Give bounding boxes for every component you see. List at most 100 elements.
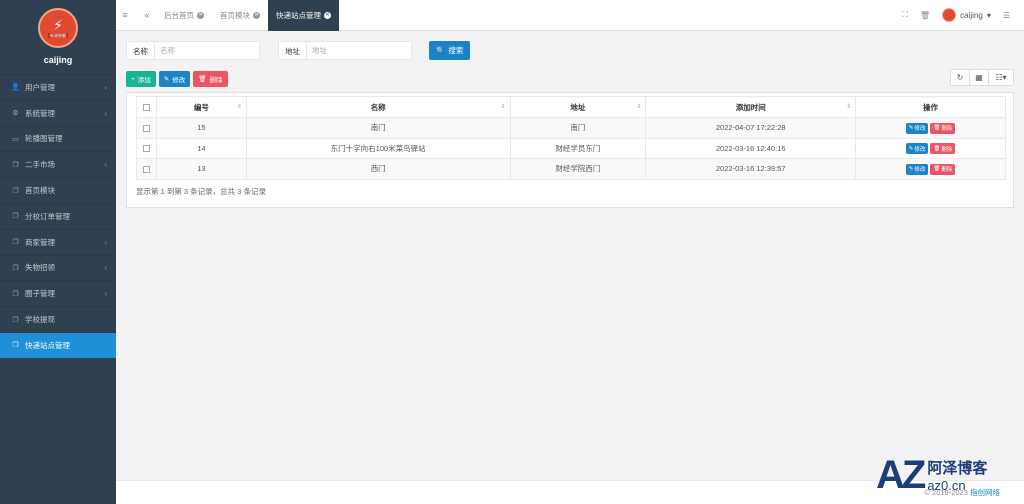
chevron-left-icon: ‹ — [104, 237, 107, 247]
chevron-left-icon: ‹ — [104, 263, 107, 273]
close-icon[interactable]: ✕ — [324, 11, 331, 19]
table-panel: 编号 ⇕ 名称 ⇕ 地址 ⇕ 添加时间 ⇕ 操作 15 南门 南门 2022-04-07 17… — [126, 92, 1014, 208]
sidebar-header: ⚡ 新源跑腿 caijing — [0, 0, 116, 74]
row-delete-label: 删除 — [941, 167, 953, 173]
row-checkbox[interactable] — [142, 165, 150, 173]
row-edit-button[interactable]: ✎ 修改 — [905, 122, 929, 134]
export-menu-icon[interactable]: ☷▾ — [988, 69, 1014, 86]
row-edit-label: 修改 — [914, 146, 926, 153]
settings-menu-icon[interactable]: ☰ — [1003, 11, 1010, 20]
cell-time: 2022-03-16 12:40:16 — [645, 137, 857, 159]
tab-scroll-left-icon[interactable]: « — [138, 10, 156, 20]
copy-icon: ❐ — [12, 342, 19, 350]
caret-down-icon: ▾ — [986, 10, 991, 20]
copy-icon: ❐ — [12, 161, 19, 169]
cell-id: 14 — [155, 137, 247, 159]
refresh-icon[interactable]: ↻ — [950, 69, 970, 86]
trash-icon: 🗑 — [933, 145, 941, 152]
row-delete-button[interactable]: 🗑 删除 — [930, 122, 956, 134]
sidebar-item-label: 学校提现 — [25, 315, 55, 325]
page-tab-label: 快递站点管理 — [276, 10, 321, 20]
sidebar-item[interactable]: ❐ 失物招领 ‹ — [0, 254, 116, 281]
menu-toggle-icon[interactable]: ≡ — [116, 10, 134, 20]
sidebar-item[interactable]: ❐ 学校提现 — [0, 306, 116, 332]
sidebar-item-label: 快递站点管理 — [25, 340, 70, 350]
pagination-info: 显示第 1 到第 3 条记录，总共 3 条记录 — [136, 187, 267, 196]
sidebar-item-label: 轮播图管理 — [25, 134, 63, 144]
sidebar-item[interactable]: 👤 用户管理 ‹ — [0, 74, 116, 100]
logo-text: 新源跑腿 — [48, 33, 68, 38]
chevron-left-icon: ‹ — [104, 108, 107, 118]
top-navbar: ≡ « 后台首页 ✕ 首页模块 ✕ 快递站点管理 ✕ ⛶ 🗑 caijing ▾ ☰ — [116, 0, 1024, 31]
add-button[interactable]: + 添加 — [126, 71, 156, 87]
cell-address: 财经学院西门 — [509, 158, 647, 180]
select-all-checkbox[interactable] — [142, 104, 150, 112]
row-checkbox[interactable] — [142, 124, 150, 132]
sidebar-item[interactable]: ❐ 商家管理 ‹ — [0, 228, 116, 255]
copy-icon: ❐ — [12, 213, 19, 221]
search-button[interactable]: 🔍 搜索 — [429, 41, 471, 60]
cell-id: 15 — [155, 117, 247, 139]
table-row[interactable]: 15 南门 南门 2022-04-07 17:22:28 ✎ 修改 🗑 删除 — [136, 117, 1006, 139]
pencil-icon: ✎ — [908, 166, 914, 172]
sidebar-item[interactable]: ❐ 二手市场 ‹ — [0, 151, 116, 177]
sidebar-item[interactable]: ⚙ 系统管理 ‹ — [0, 99, 116, 126]
row-checkbox[interactable] — [142, 145, 150, 153]
column-header-id[interactable]: 编号 ⇕ — [155, 96, 247, 118]
name-search-input[interactable] — [154, 41, 260, 60]
cell-time: 2022-04-07 17:22:28 — [645, 117, 857, 139]
table-row[interactable]: 13 西门 财经学院西门 2022-03-16 12:39:57 ✎ 修改 🗑 删除 — [136, 158, 1006, 180]
edit-button[interactable]: ✎ 修改 — [158, 71, 191, 87]
column-header-time[interactable]: 添加时间 ⇕ — [645, 96, 857, 118]
row-edit-button[interactable]: ✎ 修改 — [905, 143, 929, 154]
table-row[interactable]: 14 东门十字向右100米菜鸟驿站 财经学员东门 2022-03-16 12:40:1… — [136, 137, 1006, 159]
page-tab[interactable]: 后台首页 ✕ — [156, 0, 212, 31]
chevron-left-icon: ‹ — [104, 82, 107, 92]
address-search-input[interactable] — [306, 41, 412, 60]
row-delete-button[interactable]: 🗑 删除 — [930, 143, 956, 154]
user-menu[interactable]: caijing ▾ — [942, 8, 991, 22]
sidebar-item[interactable]: ❐ 分校订单管理 — [0, 202, 116, 229]
row-select-cell — [136, 137, 157, 159]
sidebar: ⚡ 新源跑腿 caijing 👤 用户管理 ‹ ⚙ 系统管理 ‹ ▭ 轮播图管理 ❐ 二手市场 ‹ ❐… — [0, 0, 116, 504]
sidebar-item-label: 商家管理 — [25, 237, 55, 247]
page-tab[interactable]: 首页模块 ✕ — [212, 0, 268, 31]
sidebar-item[interactable]: ❐ 圈子管理 ‹ — [0, 280, 116, 306]
chevron-left-icon: ‹ — [104, 160, 107, 170]
sort-icon: ⇕ — [636, 104, 642, 110]
trash-icon[interactable]: 🗑 — [920, 11, 930, 20]
cogs-icon: ⚙ — [12, 110, 19, 118]
table-body: 15 南门 南门 2022-04-07 17:22:28 ✎ 修改 🗑 删除 14 东门十字向右1… — [136, 117, 1006, 180]
delete-button[interactable]: 🗑 删除 — [193, 71, 228, 87]
sidebar-item[interactable]: ❐ 快递站点管理 — [0, 331, 116, 358]
fullscreen-icon[interactable]: ⛶ — [902, 10, 908, 20]
row-delete-button[interactable]: 🗑 删除 — [930, 163, 956, 175]
sidebar-item-label: 二手市场 — [25, 160, 55, 170]
row-select-cell — [136, 158, 157, 180]
sort-icon: ⇕ — [846, 104, 852, 110]
search-button-label: 搜索 — [448, 46, 464, 55]
close-icon[interactable]: ✕ — [197, 11, 204, 19]
sidebar-user-name: caijing — [43, 55, 73, 65]
user-menu-name: caijing — [960, 10, 983, 20]
avatar — [942, 8, 957, 22]
row-delete-label: 删除 — [941, 126, 953, 132]
sidebar-item[interactable]: ▭ 轮播图管理 — [0, 125, 116, 152]
page-tab[interactable]: 快递站点管理 ✕ — [268, 0, 339, 31]
cell-name: 南门 — [245, 117, 511, 139]
sidebar-item-label: 分校订单管理 — [25, 211, 70, 221]
top-right-tools: ⛶ 🗑 caijing ▾ ☰ — [902, 8, 1024, 22]
close-icon[interactable]: ✕ — [253, 11, 260, 19]
columns-icon[interactable]: ▦ — [969, 69, 989, 86]
sort-icon: ⇕ — [500, 104, 506, 110]
chevron-left-icon: ‹ — [104, 289, 107, 299]
trash-icon: 🗑 — [933, 125, 941, 131]
table-header-row: 编号 ⇕ 名称 ⇕ 地址 ⇕ 添加时间 ⇕ 操作 — [136, 96, 1006, 118]
watermark-logo: AZ — [876, 452, 926, 497]
cell-name: 西门 — [245, 158, 511, 180]
row-edit-button[interactable]: ✎ 修改 — [905, 163, 929, 175]
column-header-name[interactable]: 名称 ⇕ — [245, 96, 511, 118]
logo-icon: ⚡ — [53, 17, 63, 33]
column-header-address[interactable]: 地址 ⇕ — [509, 96, 647, 118]
sidebar-item[interactable]: ❐ 首页模块 — [0, 177, 116, 203]
